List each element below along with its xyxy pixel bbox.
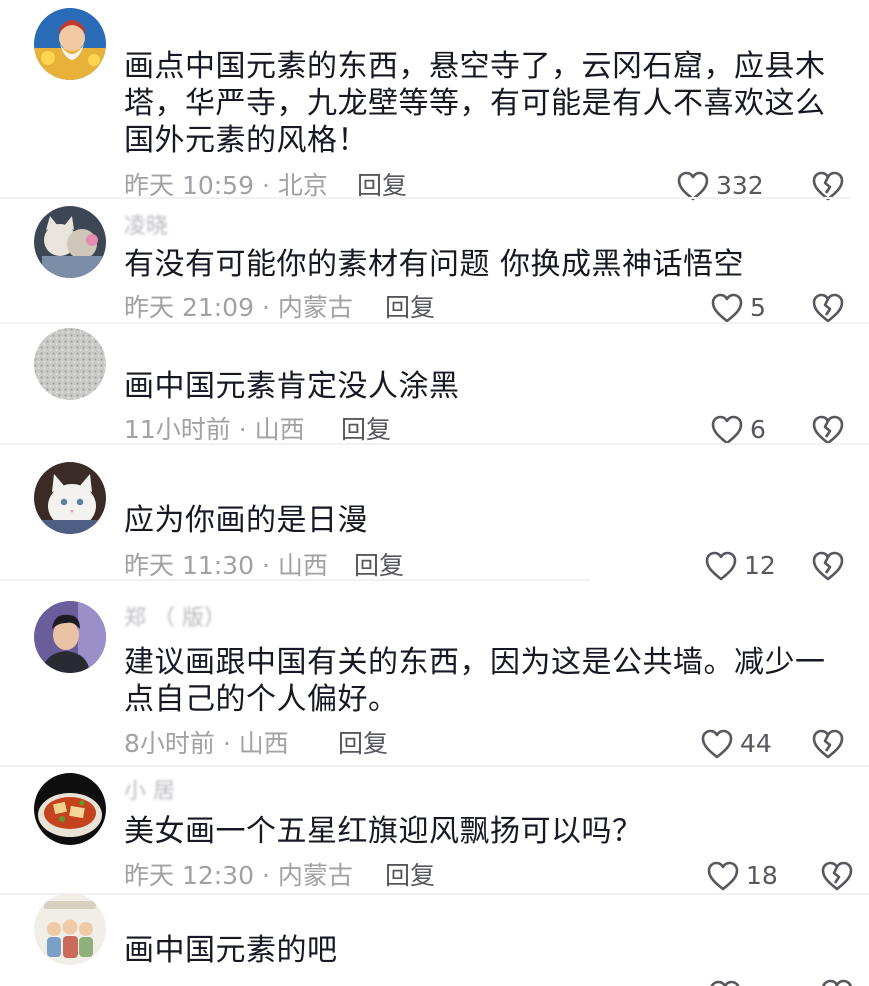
dislike-button[interactable] xyxy=(811,550,845,582)
cartoon-god-avatar-icon xyxy=(34,8,106,80)
man-portrait-avatar-icon xyxy=(34,601,106,673)
like-button[interactable]: 6 xyxy=(710,413,766,447)
dislike-button[interactable] xyxy=(820,860,854,892)
like-count: 6 xyxy=(750,415,766,444)
reply-button[interactable]: 回复 xyxy=(385,293,435,323)
broken-heart-icon xyxy=(822,979,852,986)
like-button[interactable]: 12 xyxy=(704,549,776,583)
dislike-button[interactable] xyxy=(811,728,845,760)
avatar[interactable] xyxy=(34,206,106,278)
comment-text: 画中国元素的吧 xyxy=(124,933,338,968)
comment-time-location: 11小时前 · 山西 xyxy=(124,415,305,444)
broken-heart-icon xyxy=(812,415,844,445)
avatar[interactable] xyxy=(34,462,106,534)
comment-text: 应为你画的是日漫 xyxy=(124,503,368,538)
username[interactable]: 小 居 xyxy=(124,779,175,805)
comment-time-location: 昨天 12:30 · 内蒙古 xyxy=(124,861,353,890)
reply-button[interactable]: 回复 xyxy=(341,415,391,445)
like-button[interactable] xyxy=(708,978,742,986)
divider xyxy=(0,197,850,199)
heart-icon xyxy=(711,293,743,323)
divider xyxy=(0,893,869,895)
dislike-button[interactable] xyxy=(811,292,845,324)
like-button[interactable]: 18 xyxy=(706,859,778,893)
comment-text: 画中国元素肯定没人涂黑 xyxy=(124,369,460,404)
reply-button[interactable]: 回复 xyxy=(338,729,388,759)
like-count: 18 xyxy=(746,861,778,890)
heart-icon xyxy=(707,861,739,891)
avatar[interactable] xyxy=(34,893,106,965)
broken-heart-icon xyxy=(812,551,844,581)
comment-time-location: 昨天 11:30 · 山西 xyxy=(124,551,328,580)
username[interactable]: 凌晓 xyxy=(124,214,168,240)
avatar[interactable] xyxy=(34,328,106,400)
comment-text: 有没有可能你的素材有问题 你换成黑神话悟空 xyxy=(124,247,745,282)
dislike-button[interactable] xyxy=(811,414,845,446)
divider xyxy=(0,579,590,581)
cats-avatar-icon xyxy=(34,206,106,278)
username[interactable]: 郑 （ 版） xyxy=(124,606,226,632)
comment-text: 建议画跟中国有关的东西，因为这是公共墙。减少一 点自己的个人偏好。 xyxy=(124,645,826,717)
like-count: 5 xyxy=(750,293,766,322)
comment-time-location: 昨天 21:09 · 内蒙古 xyxy=(124,293,353,322)
white-cat-avatar-icon xyxy=(34,462,106,534)
dislike-button[interactable] xyxy=(820,978,854,986)
gray-texture-avatar-icon xyxy=(34,328,106,400)
divider xyxy=(0,443,869,445)
avatar[interactable] xyxy=(34,773,106,845)
broken-heart-icon xyxy=(812,293,844,323)
like-button[interactable]: 44 xyxy=(700,727,772,761)
heart-icon xyxy=(705,551,737,581)
food-dish-avatar-icon xyxy=(34,773,106,845)
like-count: 44 xyxy=(740,729,772,758)
like-button[interactable]: 5 xyxy=(710,291,766,325)
like-count: 12 xyxy=(744,551,776,580)
divider xyxy=(0,322,869,324)
avatar[interactable] xyxy=(34,8,106,80)
broken-heart-icon xyxy=(821,861,853,891)
comment-time-location: 8小时前 · 山西 xyxy=(124,729,289,758)
comment-text: 美女画一个五星红旗迎风飘扬可以吗？ xyxy=(124,814,643,849)
heart-icon xyxy=(711,415,743,445)
family-cartoon-avatar-icon xyxy=(34,893,106,965)
heart-icon xyxy=(701,729,733,759)
broken-heart-icon xyxy=(812,729,844,759)
heart-icon xyxy=(710,980,740,986)
comment-text: 画点中国元素的东西，悬空寺了，云冈石窟，应县木 塔，华严寺，九龙壁等等，有可能是… xyxy=(124,49,826,158)
avatar[interactable] xyxy=(34,601,106,673)
reply-button[interactable]: 回复 xyxy=(385,861,435,891)
divider xyxy=(0,765,869,767)
reply-button[interactable]: 回复 xyxy=(354,551,404,581)
